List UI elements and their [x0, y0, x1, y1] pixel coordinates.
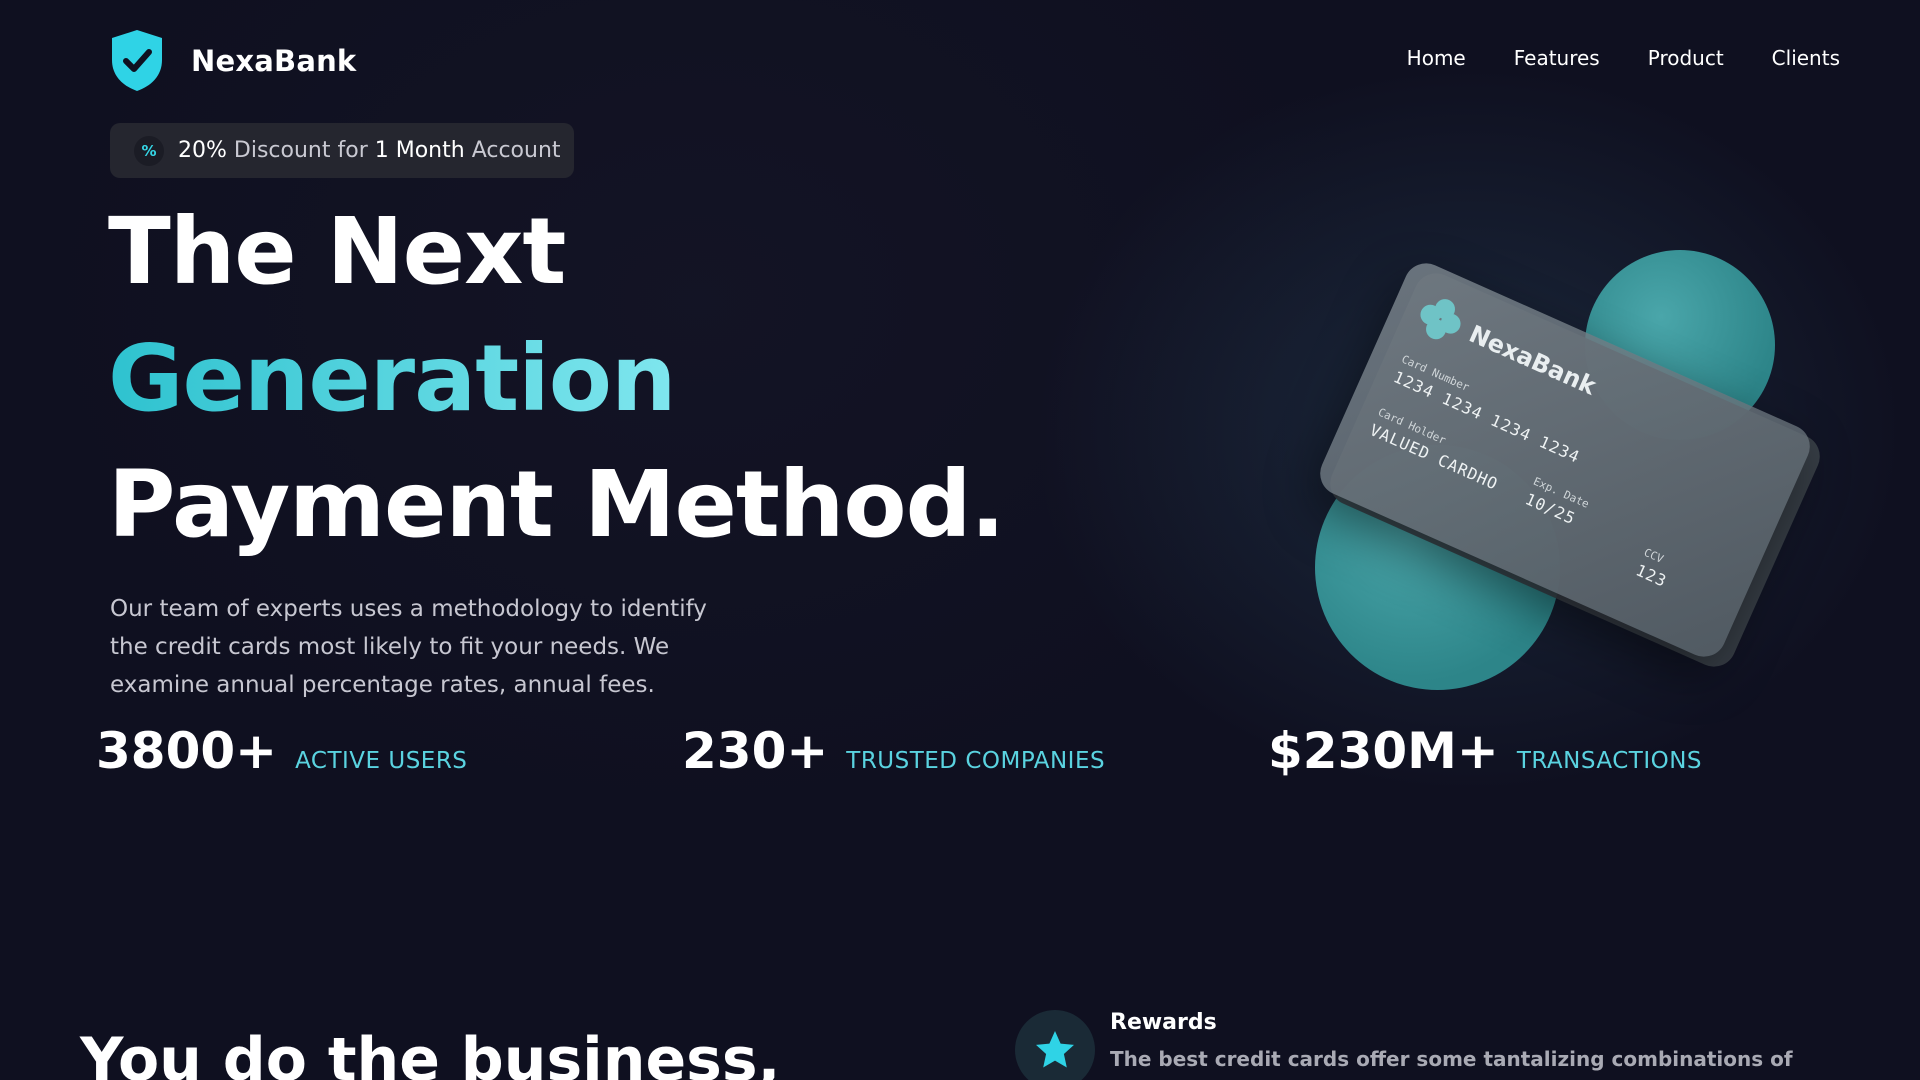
brand-logo[interactable]: NexaBank: [109, 28, 356, 93]
discount-badge[interactable]: % 20% Discount for 1 Month Account: [110, 123, 574, 178]
discount-text-b: Account: [471, 138, 561, 163]
section-title: You do the business,: [80, 1025, 781, 1080]
main-nav: Home Features Product Clients: [1407, 46, 1840, 70]
feature-title: Rewards: [1110, 1010, 1217, 1035]
shield-check-icon: [112, 30, 162, 91]
hero-title-line-1: The Next: [108, 198, 566, 305]
hero-title-line-3: Payment Method.: [108, 451, 1005, 558]
feature-icon-badge: [1015, 1010, 1095, 1080]
star-icon: [1036, 1031, 1074, 1068]
nav-item-clients[interactable]: Clients: [1772, 46, 1840, 70]
feature-description: The best credit cards offer some tantali…: [1110, 1047, 1793, 1071]
stat-value: $230M+: [1268, 722, 1499, 780]
stat-value: 230+: [682, 722, 829, 780]
stat-label: ACTIVE USERS: [295, 748, 468, 774]
hero-description: Our team of experts uses a methodology t…: [110, 596, 707, 698]
nav-item-features[interactable]: Features: [1514, 46, 1600, 70]
stat-label: TRANSACTIONS: [1516, 748, 1703, 774]
page: NexaBank Home Features Product Clients %…: [0, 0, 1920, 1080]
hero-title-line-2: Generation: [108, 325, 676, 432]
card-ccv: 123: [1632, 560, 1670, 591]
stat-transactions: $230M+ TRANSACTIONS: [1268, 722, 1702, 780]
brand-name: NexaBank: [191, 43, 357, 78]
nav-item-home[interactable]: Home: [1407, 46, 1466, 70]
discount-month: 1 Month: [374, 138, 465, 163]
discount-text: 20% Discount for 1 Month Account: [178, 138, 561, 163]
card-logo-icon: [1413, 291, 1468, 346]
stat-active-users: 3800+ ACTIVE USERS: [96, 722, 467, 780]
stat-value: 3800+: [96, 722, 278, 780]
percent-icon: %: [134, 135, 164, 166]
discount-text-a: Discount for: [233, 138, 368, 163]
card-brand-name: NexaBank: [1464, 319, 1601, 401]
credit-card-illustration: NexaBank Card Number 1234 1234 1234 1234…: [1270, 225, 1827, 690]
discount-percent: 20%: [178, 138, 227, 163]
stat-label: TRUSTED COMPANIES: [846, 748, 1106, 774]
nav-item-product[interactable]: Product: [1648, 46, 1724, 70]
stat-trusted-companies: 230+ TRUSTED COMPANIES: [682, 722, 1105, 780]
